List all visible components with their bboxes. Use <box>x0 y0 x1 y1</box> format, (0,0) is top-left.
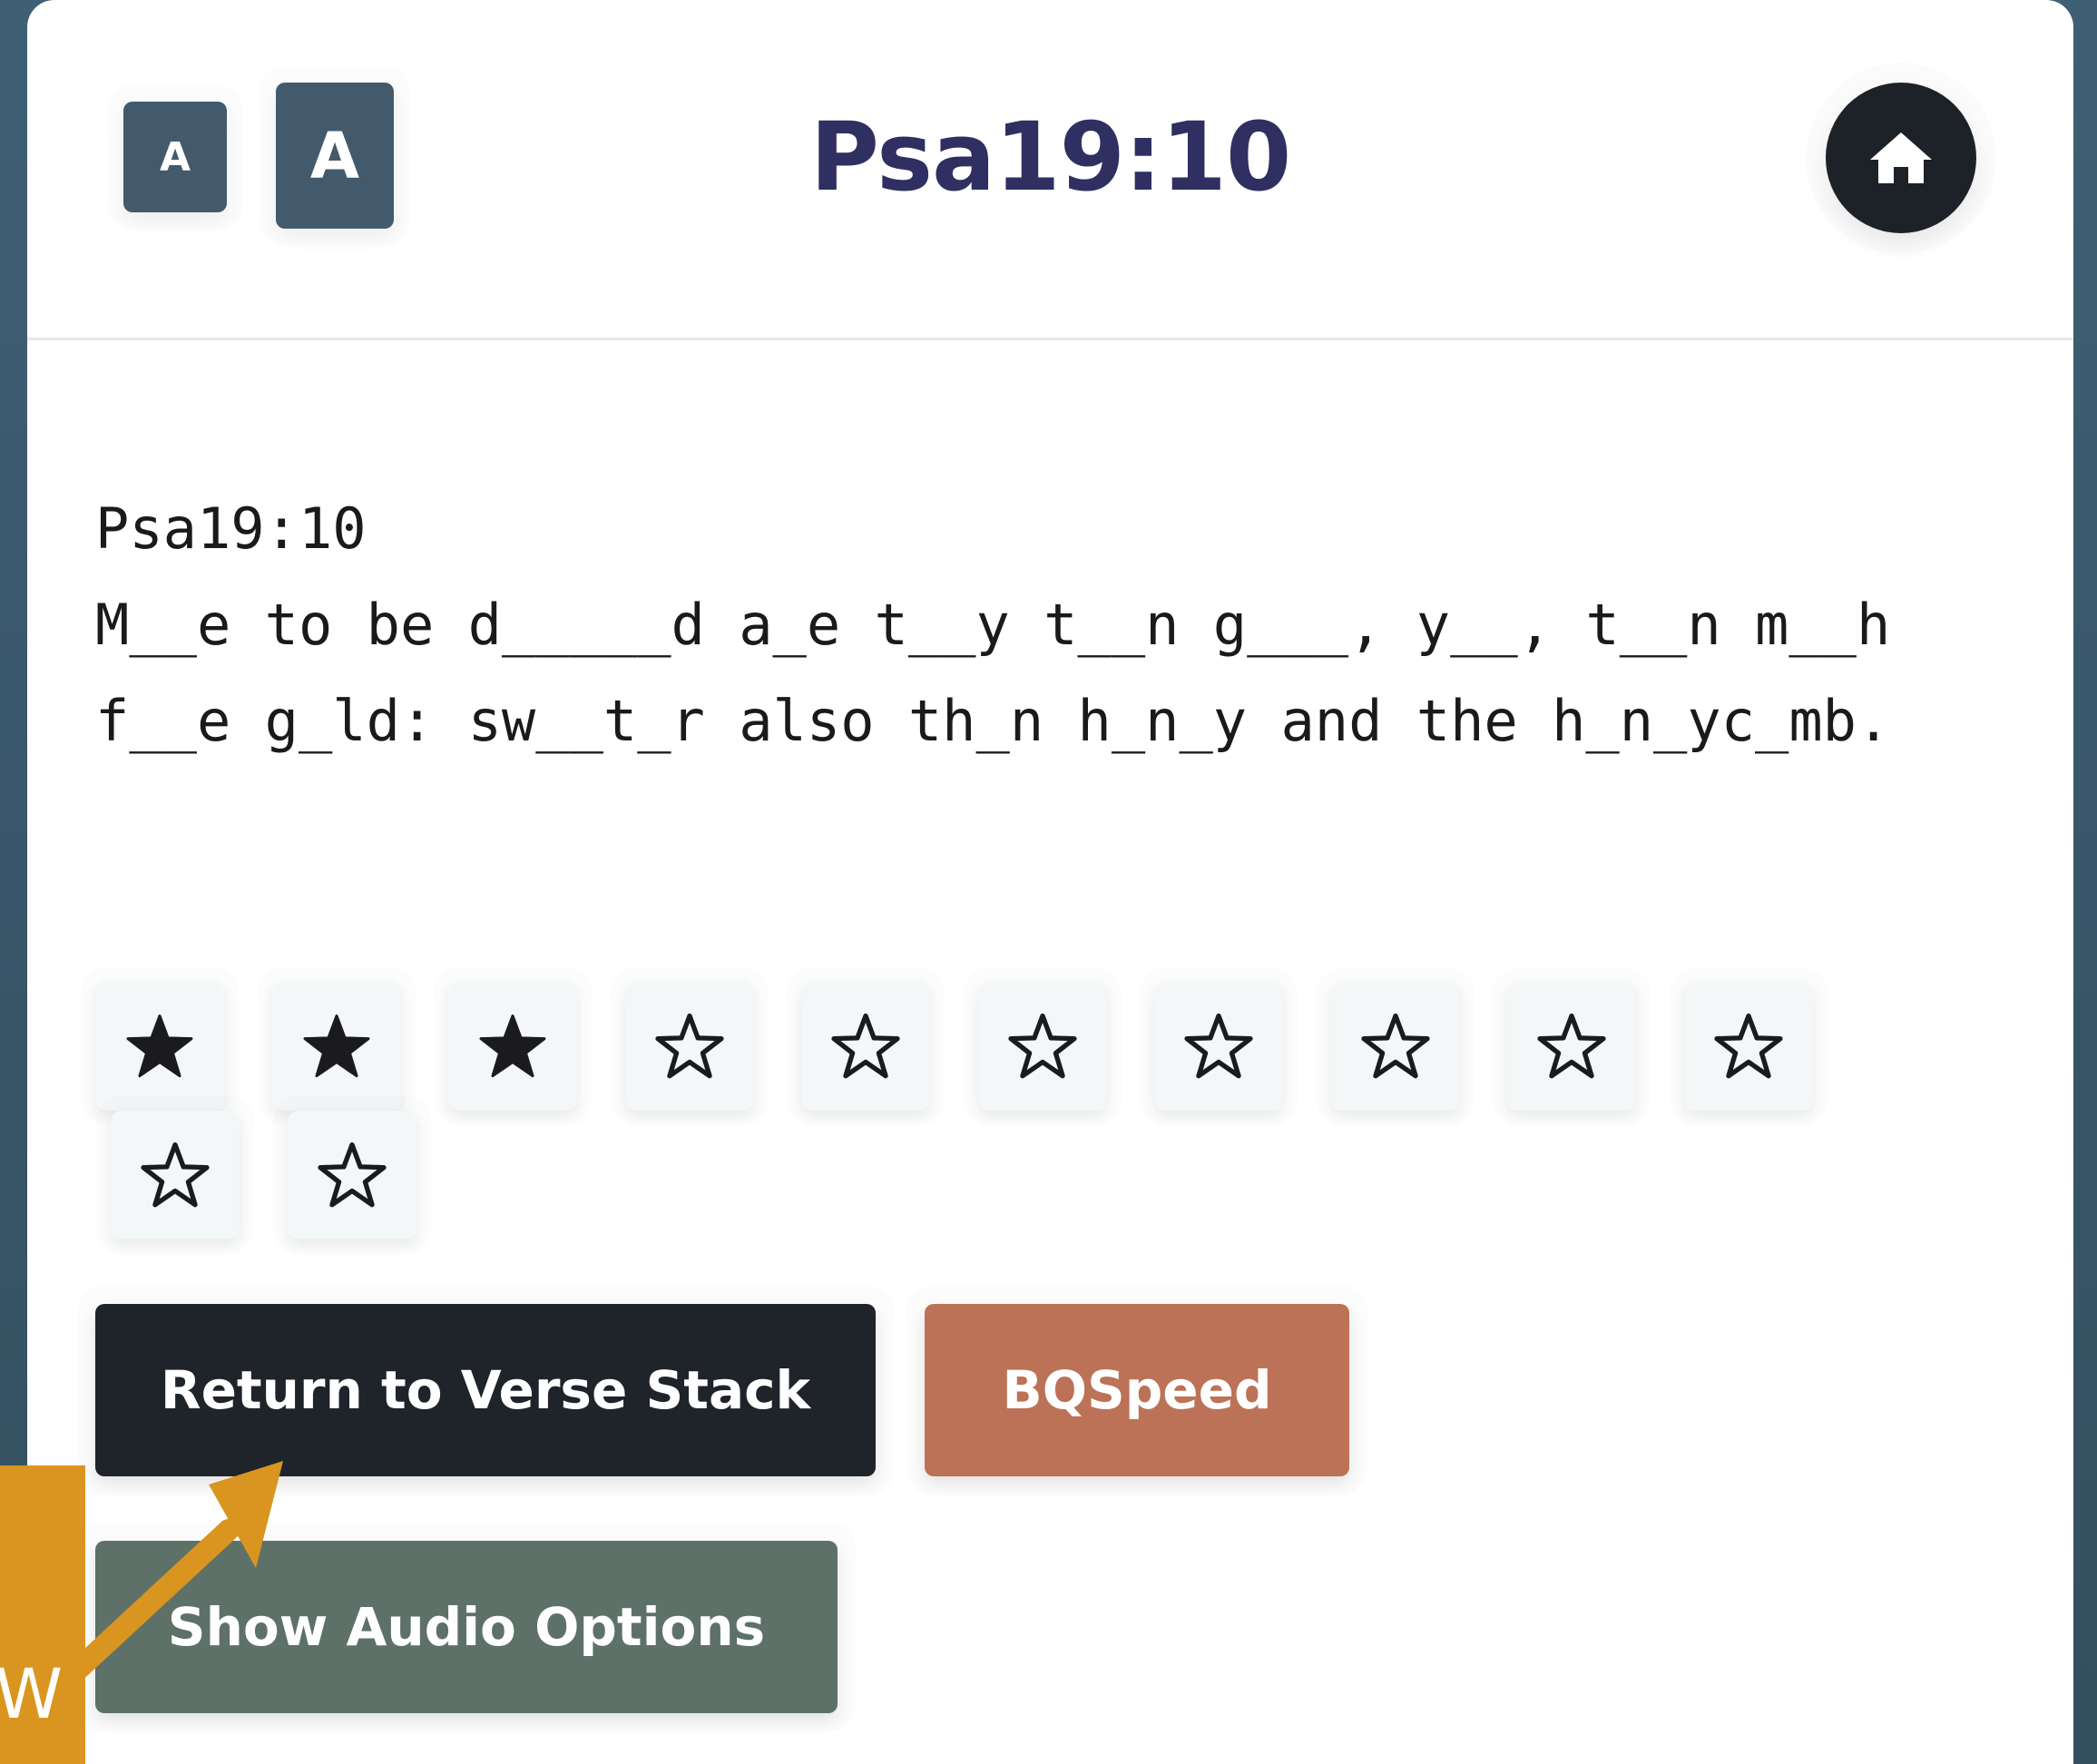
star-rating-3-button[interactable] <box>448 982 577 1111</box>
verse-card: A A Psa19:10 Psa19:10 M__e to be d_____d… <box>27 0 2073 1764</box>
star-filled-icon <box>303 1014 369 1078</box>
star-filled-icon <box>479 1014 546 1078</box>
star-rating-11-button[interactable] <box>111 1111 240 1240</box>
star-outline-icon <box>1360 1013 1430 1079</box>
show-audio-options-button[interactable]: Show Audio Options <box>95 1541 838 1713</box>
star-rating-10-button[interactable] <box>1683 982 1813 1111</box>
star-rating-8-button[interactable] <box>1330 982 1460 1111</box>
star-rating-9-button[interactable] <box>1507 982 1636 1111</box>
star-outline-icon <box>654 1013 724 1079</box>
header-bar: A A Psa19:10 <box>27 0 2073 340</box>
star-rating-6-button[interactable] <box>977 982 1107 1111</box>
home-button[interactable] <box>1826 83 1976 233</box>
star-outline-icon <box>1184 1013 1253 1079</box>
star-rating-2-button[interactable] <box>271 982 401 1111</box>
star-outline-icon <box>317 1142 387 1208</box>
star-outline-icon <box>1713 1013 1783 1079</box>
star-rating <box>95 982 1910 1245</box>
star-outline-icon <box>831 1013 900 1079</box>
star-outline-icon <box>1007 1013 1077 1079</box>
page-title: Psa19:10 <box>809 102 1292 212</box>
star-rating-1-button[interactable] <box>95 982 224 1111</box>
verse-text: M__e to be d_____d a_e t__y t__n g___, y… <box>95 592 1925 754</box>
star-rating-12-button[interactable] <box>287 1111 416 1240</box>
star-outline-icon <box>141 1142 210 1208</box>
verse-content: Psa19:10 M__e to be d_____d a_e t__y t__… <box>95 481 2028 769</box>
star-rating-5-button[interactable] <box>801 982 930 1111</box>
star-rating-4-button[interactable] <box>624 982 754 1111</box>
star-rating-7-button[interactable] <box>1154 982 1283 1111</box>
bqspeed-button[interactable]: BQSpeed <box>925 1304 1349 1476</box>
star-filled-icon <box>126 1014 193 1078</box>
return-to-verse-stack-button[interactable]: Return to Verse Stack <box>95 1304 876 1476</box>
annotation-letter: W <box>0 1653 64 1734</box>
home-icon <box>1870 132 1932 183</box>
star-outline-icon <box>1537 1013 1606 1079</box>
verse-reference: Psa19:10 <box>95 495 367 562</box>
